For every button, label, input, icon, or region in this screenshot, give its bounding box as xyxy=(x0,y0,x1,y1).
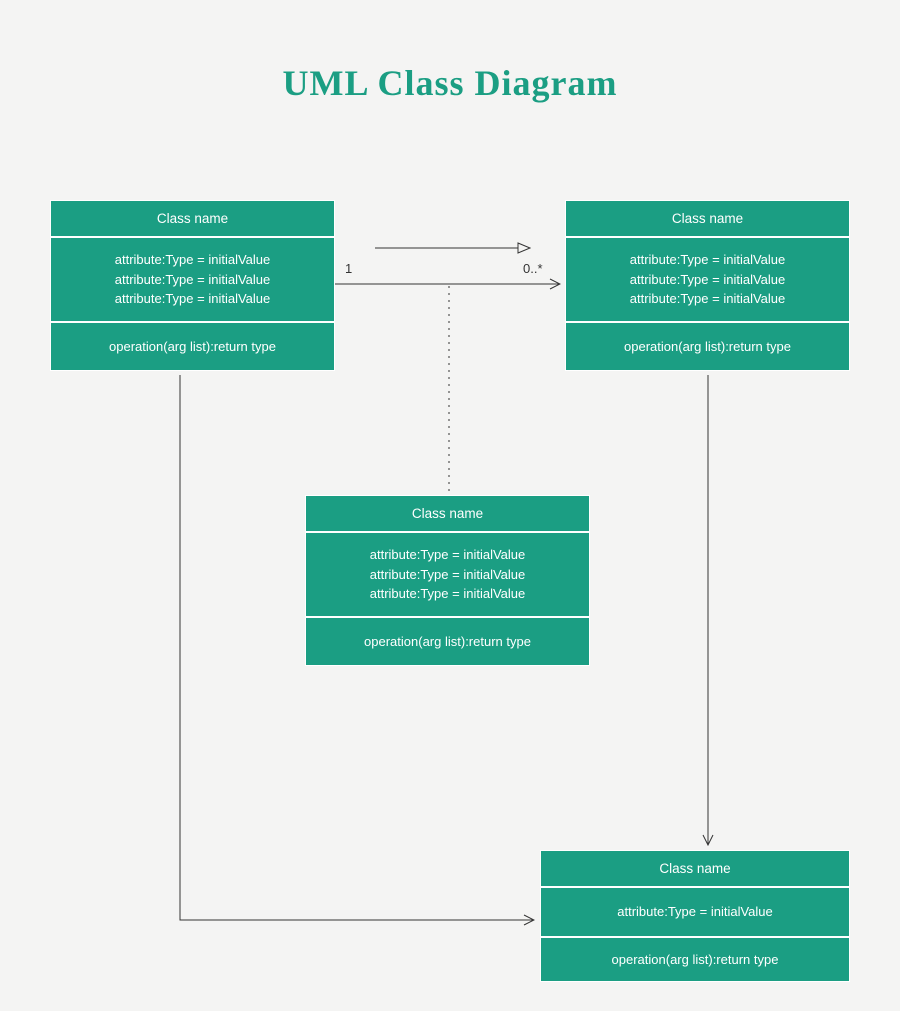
multiplicity-right: 0..* xyxy=(523,261,543,276)
class-attributes: attribute:Type = initialValue attribute:… xyxy=(50,237,335,322)
class-box-middle: Class name attribute:Type = initialValue… xyxy=(305,495,590,666)
attribute-line: attribute:Type = initialValue xyxy=(617,902,773,922)
attribute-line: attribute:Type = initialValue xyxy=(630,250,786,270)
class-operations: operation(arg list):return type xyxy=(50,322,335,371)
attribute-line: attribute:Type = initialValue xyxy=(630,270,786,290)
attribute-line: attribute:Type = initialValue xyxy=(115,289,271,309)
class-name: Class name xyxy=(540,850,850,887)
class-attributes: attribute:Type = initialValue xyxy=(540,887,850,937)
class-operations: operation(arg list):return type xyxy=(305,617,590,666)
class-name: Class name xyxy=(565,200,850,237)
attribute-line: attribute:Type = initialValue xyxy=(115,250,271,270)
class-operations: operation(arg list):return type xyxy=(540,937,850,982)
class-attributes: attribute:Type = initialValue attribute:… xyxy=(305,532,590,617)
class-box-top-left: Class name attribute:Type = initialValue… xyxy=(50,200,335,371)
class-attributes: attribute:Type = initialValue attribute:… xyxy=(565,237,850,322)
class-box-top-right: Class name attribute:Type = initialValue… xyxy=(565,200,850,371)
attribute-line: attribute:Type = initialValue xyxy=(630,289,786,309)
multiplicity-left: 1 xyxy=(345,261,352,276)
diagram-title: UML Class Diagram xyxy=(0,62,900,104)
class-name: Class name xyxy=(305,495,590,532)
class-name: Class name xyxy=(50,200,335,237)
class-box-bottom: Class name attribute:Type = initialValue… xyxy=(540,850,850,982)
class-operations: operation(arg list):return type xyxy=(565,322,850,371)
attribute-line: attribute:Type = initialValue xyxy=(115,270,271,290)
attribute-line: attribute:Type = initialValue xyxy=(370,545,526,565)
attribute-line: attribute:Type = initialValue xyxy=(370,565,526,585)
attribute-line: attribute:Type = initialValue xyxy=(370,584,526,604)
